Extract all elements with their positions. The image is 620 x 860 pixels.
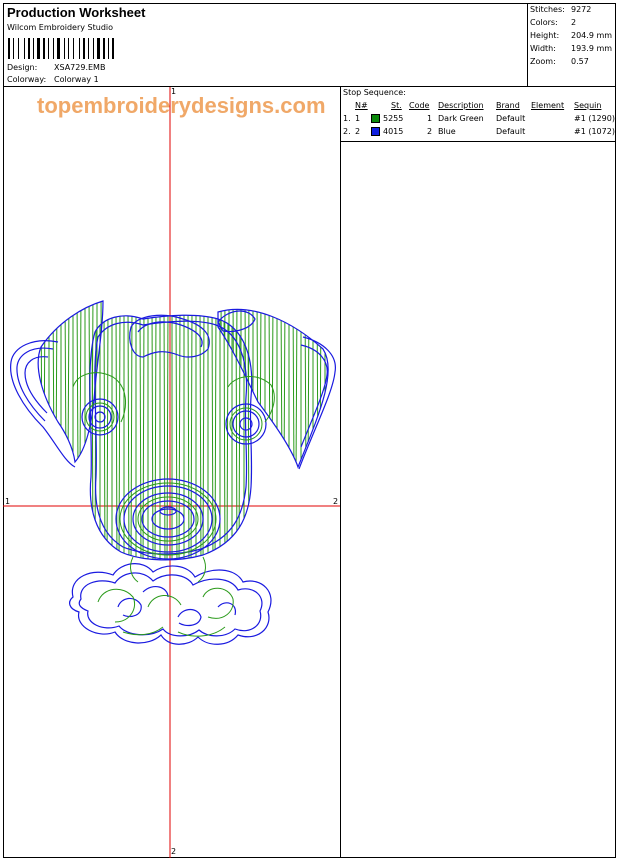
stats-panel: Stitches: 9272 Colors: 2 Height: 204.9 mm W… — [527, 3, 616, 87]
row-code: 1 — [427, 114, 433, 123]
colorway-label: Colorway: — [7, 75, 47, 84]
axis-label-right: 2 — [333, 497, 339, 506]
col-header-brand: Brand — [496, 101, 520, 110]
row-st: 5255 — [383, 114, 404, 123]
design-label: Design: — [7, 63, 38, 72]
col-header-sequin: Sequin — [574, 101, 602, 110]
axis-label-top: 1 — [171, 87, 177, 96]
stat-value: 204.9 mm — [571, 31, 613, 40]
col-header-element: Element — [531, 101, 565, 110]
row-description: Dark Green — [438, 114, 484, 123]
stat-height: Height: 204.9 mm — [530, 31, 612, 40]
thread-color-swatch — [371, 114, 380, 123]
col-header-code: Code — [409, 101, 430, 110]
stat-label: Stitches: — [530, 5, 565, 14]
colorway-row: Colorway: Colorway 1 — [7, 75, 99, 84]
row-st: 4015 — [383, 127, 404, 136]
row-index: 2. — [343, 127, 351, 136]
row-sequin: #1 (1072) — [574, 127, 615, 136]
row-brand: Default — [496, 127, 526, 136]
right-ear-fill-stitches — [220, 309, 326, 467]
stat-value: 193.9 mm — [571, 44, 613, 53]
stat-value: 0.57 — [571, 57, 589, 66]
design-value: XSA729.EMB — [54, 63, 106, 72]
colorway-value: Colorway 1 — [54, 75, 99, 84]
blue-outline-stitches — [10, 300, 336, 645]
stop-sequence-panel: Stop Sequence: N# St. Code Description B… — [341, 87, 616, 142]
stat-label: Height: — [530, 31, 560, 40]
stat-label: Width: — [530, 44, 556, 53]
row-code: 2 — [427, 127, 433, 136]
thread-color-swatch — [371, 127, 380, 136]
stat-value: 9272 — [571, 5, 592, 14]
axis-label-bottom: 2 — [171, 847, 177, 856]
col-header-description: Description — [438, 101, 484, 110]
watermark-text: topembroiderydesigns.com — [37, 93, 326, 118]
row-n: 1 — [355, 114, 361, 123]
stat-value: 2 — [571, 18, 577, 27]
design-preview: topembroiderydesigns.com 1 1 2 2 — [3, 87, 341, 858]
col-header-n: N# — [355, 101, 368, 110]
embroidery-design-image — [3, 87, 340, 858]
stat-colors: Colors: 2 — [530, 18, 576, 27]
row-description: Blue — [438, 127, 456, 136]
col-header-st: St. — [391, 101, 402, 110]
barcode — [8, 38, 136, 59]
row-brand: Default — [496, 114, 526, 123]
stat-stitches: Stitches: 9272 — [530, 5, 591, 14]
row-index: 1. — [343, 114, 351, 123]
axis-label-left: 1 — [5, 497, 11, 506]
row-n: 2 — [355, 127, 361, 136]
stat-label: Colors: — [530, 18, 558, 27]
stat-zoom: Zoom: 0.57 — [530, 57, 589, 66]
stat-label: Zoom: — [530, 57, 556, 66]
page-title: Production Worksheet — [7, 5, 146, 20]
software-name: Wilcom Embroidery Studio — [7, 23, 114, 32]
header-panel: Production Worksheet Wilcom Embroidery S… — [3, 3, 528, 87]
design-row: Design: XSA729.EMB — [7, 63, 105, 72]
stop-sequence-title: Stop Sequence: — [343, 88, 406, 97]
stat-width: Width: 193.9 mm — [530, 44, 612, 53]
row-sequin: #1 (1290) — [574, 114, 615, 123]
